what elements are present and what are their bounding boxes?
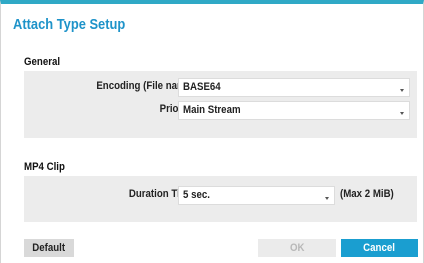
cancel-button-label: Cancel <box>363 242 396 254</box>
priority-select[interactable]: Main Stream <box>178 101 410 120</box>
chevron-down-icon <box>400 112 404 115</box>
priority-value: Main Stream <box>183 104 241 116</box>
duration-max-note: (Max 2 MiB) <box>340 188 394 200</box>
duration-select[interactable]: 5 sec. <box>178 186 335 205</box>
section-label-general: General <box>24 56 61 68</box>
general-panel: Encoding (File name) BASE64 Priority Mai… <box>24 71 417 138</box>
attach-type-setup-dialog: Attach Type Setup General Encoding (File… <box>0 0 424 263</box>
encoding-select[interactable]: BASE64 <box>178 78 410 97</box>
dialog-title: Attach Type Setup <box>13 16 126 33</box>
chevron-down-icon <box>325 197 329 200</box>
section-label-mp4-clip: MP4 Clip <box>24 161 65 173</box>
duration-value: 5 sec. <box>183 189 210 201</box>
default-button[interactable]: Default <box>24 239 74 257</box>
chevron-down-icon <box>400 89 404 92</box>
ok-button-label: OK <box>289 242 305 254</box>
mp4-clip-panel: Duration Time 5 sec. (Max 2 MiB) <box>24 176 417 222</box>
default-button-label: Default <box>32 242 66 254</box>
encoding-value: BASE64 <box>183 81 221 93</box>
cancel-button[interactable]: Cancel <box>341 239 418 257</box>
ok-button[interactable]: OK <box>258 239 336 257</box>
